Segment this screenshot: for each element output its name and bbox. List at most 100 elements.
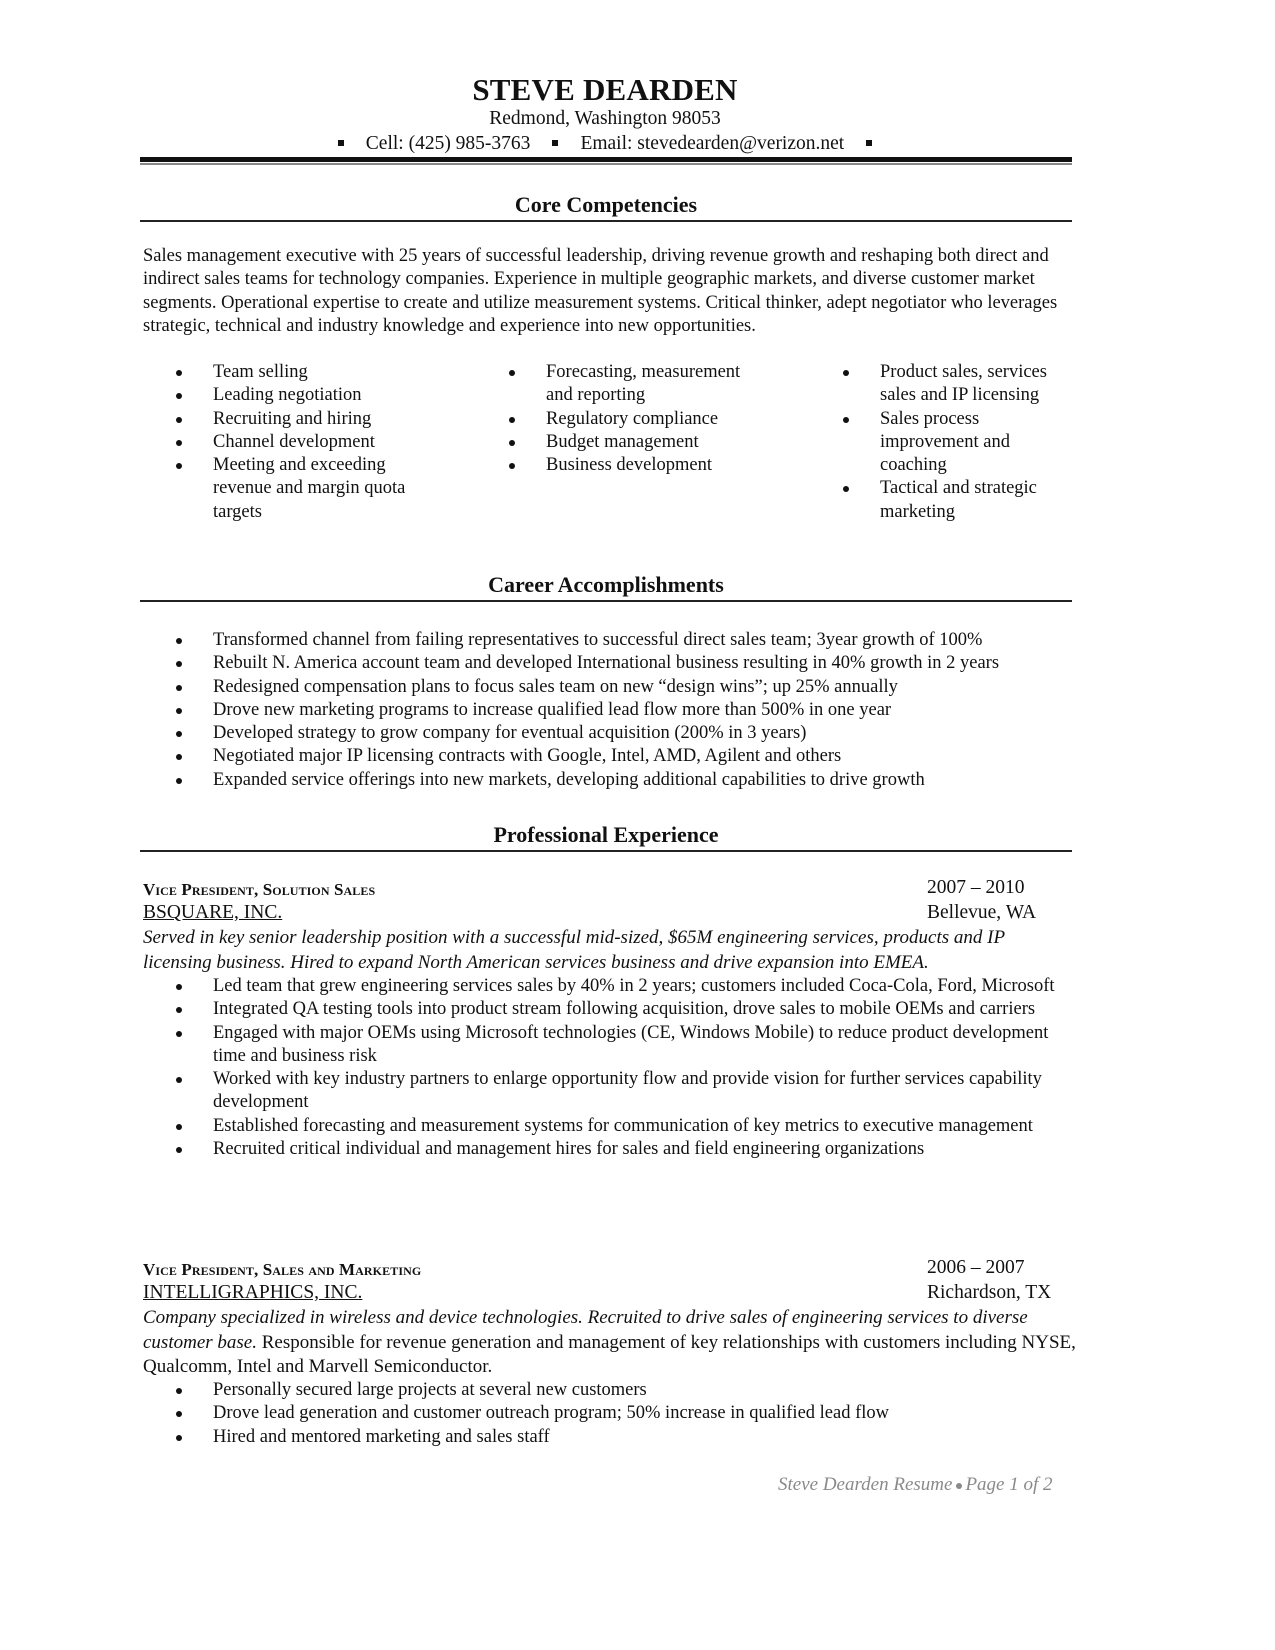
list-item: Redesigned compensation plans to focus s… [143,676,1083,699]
bullet-icon [176,416,182,423]
list-item-text: Led team that grew engineering services … [213,976,1055,996]
list-item: Worked with key industry partners to enl… [143,1068,1083,1115]
bullet-icon [176,754,182,761]
cell-phone: Cell: (425) 985-3763 [365,133,531,154]
resume-page: STEVE DEARDEN Redmond, Washington 98053 … [0,0,1275,1650]
section-divider [140,220,1072,222]
job-dates: 2006 – 2007 [927,1257,1025,1278]
list-item: Negotiated major IP licensing contracts … [143,745,1083,768]
bullet-icon [509,370,515,376]
list-item-text: Worked with key industry partners to enl… [213,1069,1042,1113]
section-title-core-competencies: Core Competencies [514,192,698,217]
job-bullets: Personally secured large projects at sev… [143,1379,1083,1449]
list-item-text: Rebuilt N. America account team and deve… [213,653,1000,674]
list-item: Expanded service offerings into new mark… [143,769,1083,792]
list-item-text: Product sales, services sales and IP lic… [880,362,1047,406]
candidate-address: Redmond, Washington 98053 [489,108,721,129]
bullet-icon [176,439,182,446]
square-bullet-icon [552,139,559,146]
job-bullets: Led team that grew engineering services … [143,975,1083,1161]
list-item: Rebuilt N. America account team and deve… [143,652,1083,675]
list-item-text: Developed strategy to grow company for e… [213,723,807,744]
job-description-italic: Served in key senior leadership position… [143,927,1005,973]
bullet-icon [176,684,182,691]
list-item: Personally secured large projects at sev… [143,1379,1083,1402]
bullet-icon [509,463,515,470]
bullet-icon [176,393,182,400]
list-item-text: Drove lead generation and customer outre… [213,1403,890,1424]
bullet-icon [176,370,182,376]
list-item: Meeting and exceeding revenue and margin… [176,454,426,524]
list-item-text: Meeting and exceeding revenue and margin… [213,455,406,522]
square-bullet-icon [866,139,873,146]
section-title-professional-experience: Professional Experience [493,822,719,847]
bullet-icon [176,984,182,990]
job-company: BSQUARE, INC. [143,902,283,923]
square-bullet-icon [337,139,344,146]
list-item: Developed strategy to grow company for e… [143,722,1083,745]
contact-line: Cell: (425) 985-3763 Email: stevedearden@… [0,133,1210,155]
job-title: Vice President, Sales and Marketing [143,1260,422,1279]
footer-title: Steve Dearden Resume [778,1474,953,1495]
candidate-name: STEVE DEARDEN [472,72,738,107]
list-item-text: Expanded service offerings into new mark… [213,769,925,790]
list-item-text: Leading negotiation [213,385,362,406]
list-item: Team selling [176,361,426,384]
list-item: Hired and mentored marketing and sales s… [143,1426,1083,1449]
list-item: Drove lead generation and customer outre… [143,1402,1083,1425]
section-title-career-accomplishments: Career Accomplishments [488,572,724,597]
job-dates: 2007 – 2010 [927,877,1025,898]
list-item: Led team that grew engineering services … [143,975,1083,998]
list-item: Integrated QA testing tools into product… [143,998,1083,1021]
list-item: Transformed channel from failing represe… [143,629,1083,652]
list-item-text: Redesigned compensation plans to focus s… [213,676,898,697]
job-description: Company specialized in wireless and devi… [143,1306,1078,1380]
list-item: Recruited critical individual and manage… [143,1138,1083,1161]
competency-column-3: Product sales, services sales and IP lic… [843,361,1073,524]
list-item-text: Drove new marketing programs to increase… [213,699,892,720]
bullet-icon [176,1411,182,1418]
bullet-icon [843,486,849,493]
list-item: Forecasting, measurement and reporting [509,361,759,408]
bullet-icon [176,1030,182,1037]
bullet-icon [176,1147,182,1154]
list-item-text: Personally secured large projects at sev… [213,1380,647,1400]
list-item-text: Tactical and strategic marketing [880,478,1037,522]
header-divider-thin [140,163,1072,165]
bullet-icon [176,777,182,784]
list-item: Tactical and strategic marketing [843,477,1073,524]
list-item-text: Hired and mentored marketing and sales s… [213,1426,550,1447]
header-divider [140,157,1072,162]
bullet-icon [509,416,515,423]
list-item: Drove new marketing programs to increase… [143,699,1083,722]
list-item: Budget management [509,431,759,454]
list-item-text: Forecasting, measurement and reporting [546,362,741,406]
bullet-icon [176,638,182,644]
competency-column-2: Forecasting, measurement and reporting Re… [509,361,759,477]
bullet-icon [176,1007,182,1014]
list-item-text: Budget management [546,431,699,452]
job-description: Served in key senior leadership position… [143,926,1078,975]
list-item-text: Engaged with major OEMs using Microsoft … [213,1022,1049,1066]
email-address: Email: stevedearden@verizon.net [580,133,845,154]
list-item: Product sales, services sales and IP lic… [843,361,1073,408]
summary-paragraph: Sales management executive with 25 years… [143,246,1058,336]
job-location: Richardson, TX [927,1282,1052,1303]
bullet-icon [176,661,182,668]
list-item-text: Channel development [213,431,375,452]
list-item: Established forecasting and measurement … [143,1115,1083,1138]
list-item-text: Recruited critical individual and manage… [213,1139,925,1160]
list-item-text: Business development [546,455,712,476]
accomplishments-list: Transformed channel from failing represe… [143,629,1083,792]
job-company: INTELLIGRAPHICS, INC. [143,1282,363,1303]
bullet-icon [509,439,515,446]
list-item-text: Sales process improvement and coaching [880,408,1010,476]
bullet-icon [176,1434,182,1441]
footer-page-number: Page 1 of 2 [965,1474,1053,1495]
list-item-text: Team selling [213,362,308,382]
bullet-icon [176,731,182,738]
bullet-icon [176,1123,182,1130]
job-title: Vice President, Solution Sales [143,880,376,899]
list-item: Engaged with major OEMs using Microsoft … [143,1022,1083,1069]
list-item-text: Regulatory compliance [546,408,719,429]
